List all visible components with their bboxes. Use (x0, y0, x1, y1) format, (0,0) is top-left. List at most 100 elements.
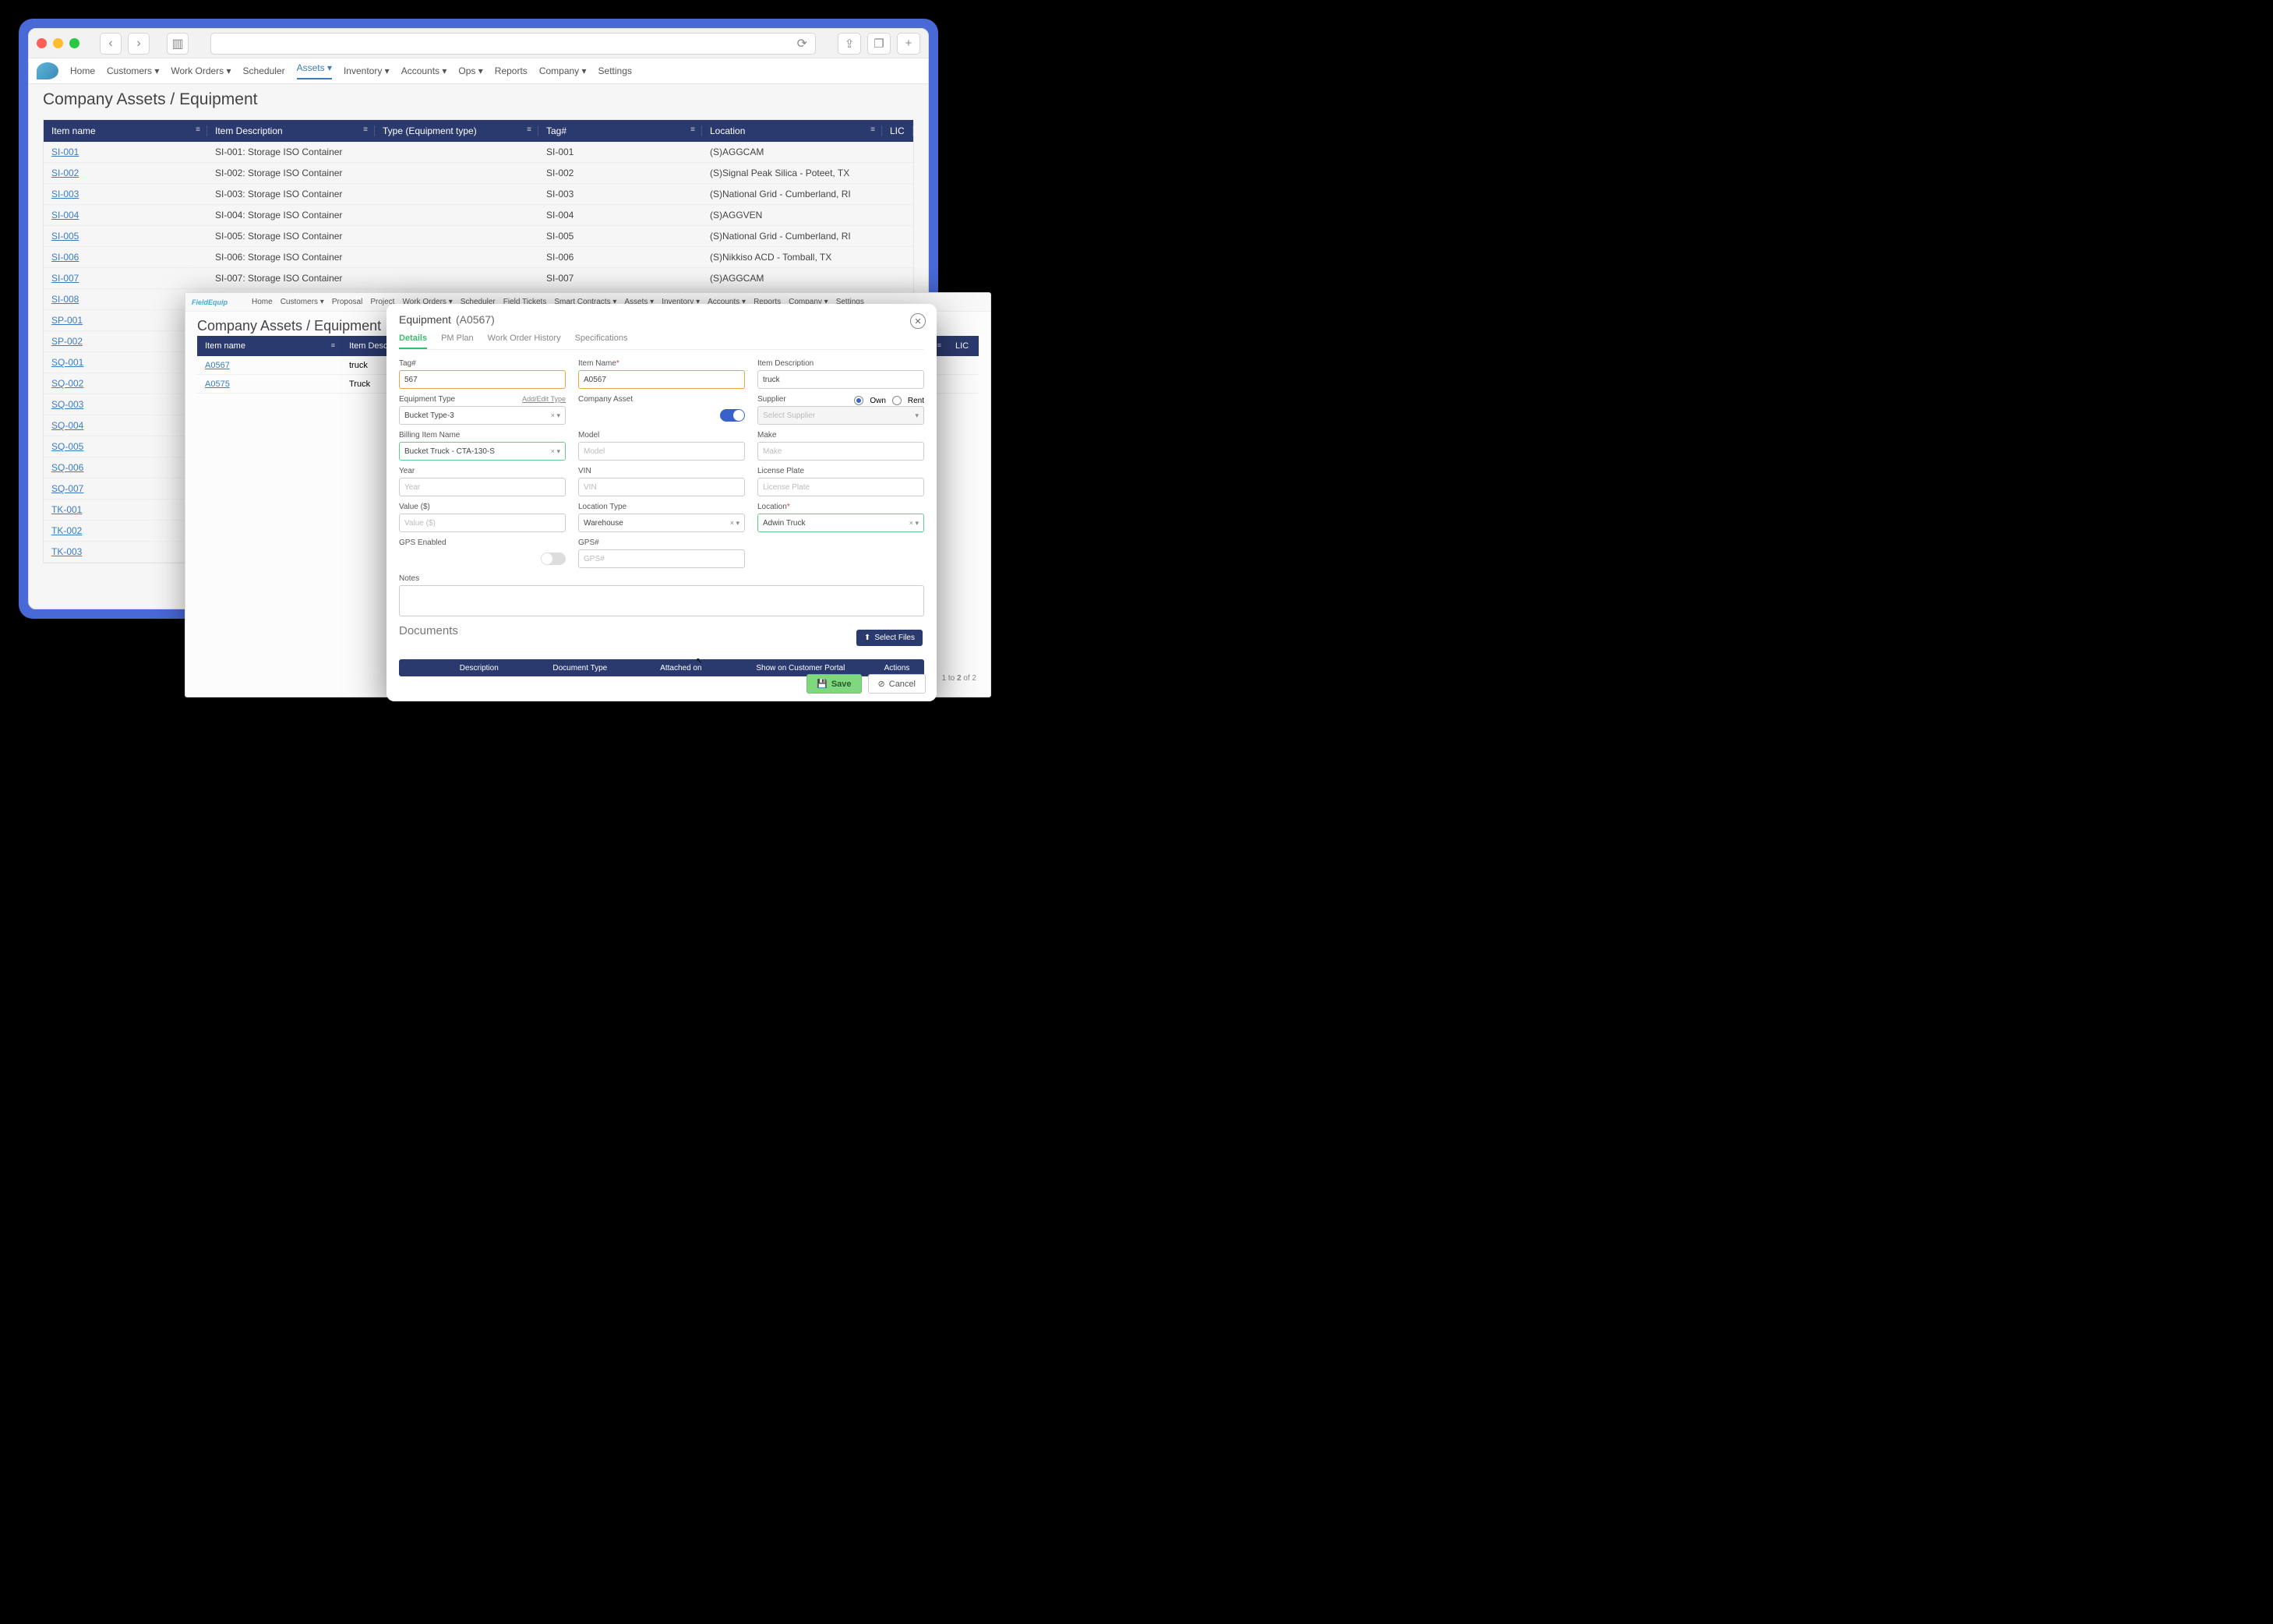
supplier-rent-radio[interactable] (892, 396, 902, 405)
billing-select[interactable]: Bucket Truck - CTA-130-S× ▾ (399, 442, 566, 461)
label-tag: Tag# (399, 359, 566, 368)
label-vin: VIN (578, 467, 745, 475)
window-zoom-icon[interactable] (69, 38, 79, 48)
sec-nav-item[interactable]: Home (252, 298, 273, 306)
app-logo-icon (37, 62, 58, 79)
label-company-asset: Company Asset (578, 395, 745, 404)
gps-input[interactable]: GPS# (578, 549, 745, 568)
table-row[interactable]: SI-001SI-001: Storage ISO ContainerSI-00… (44, 142, 913, 163)
sec-col-name[interactable]: Item name (197, 341, 341, 351)
documents-heading: Documents (399, 624, 924, 637)
window-minimize-icon[interactable] (53, 38, 63, 48)
label-location: Location (757, 503, 924, 511)
sec-col-lic[interactable]: LIC (948, 341, 979, 351)
modal-title: Equipment (A0567) (399, 313, 924, 326)
label-license: License Plate (757, 467, 924, 475)
notes-textarea[interactable] (399, 585, 924, 616)
table-row[interactable]: SI-006SI-006: Storage ISO ContainerSI-00… (44, 247, 913, 268)
value-input[interactable]: Value ($) (399, 514, 566, 532)
secondary-pagination: 1 to 2 of 2 (942, 674, 977, 683)
item-desc-input[interactable]: truck (757, 370, 924, 389)
equipment-type-select[interactable]: Bucket Type-3× ▾ (399, 406, 566, 425)
nav-accounts[interactable]: Accounts ▾ (401, 65, 447, 76)
reload-icon[interactable]: ⟳ (797, 36, 807, 51)
page-title: Company Assets / Equipment (29, 84, 928, 115)
label-supplier: Supplier (757, 395, 786, 404)
upload-icon: ⬆ (864, 634, 870, 642)
sec-nav-item[interactable]: Proposal (332, 298, 362, 306)
doc-col-attached: Attached on (630, 664, 732, 673)
nav-scheduler[interactable]: Scheduler (243, 65, 285, 76)
table-row[interactable]: SI-002SI-002: Storage ISO ContainerSI-00… (44, 163, 913, 184)
label-gps-enabled: GPS Enabled (399, 538, 566, 547)
year-input[interactable]: Year (399, 478, 566, 496)
secondary-logo: FieldEquip (192, 298, 242, 306)
cancel-icon: ⊘ (878, 679, 885, 689)
vin-input[interactable]: VIN (578, 478, 745, 496)
table-row[interactable]: SI-004SI-004: Storage ISO ContainerSI-00… (44, 205, 913, 226)
forward-button[interactable]: › (128, 33, 150, 55)
tab-work-order-history[interactable]: Work Order History (488, 334, 561, 349)
col-location[interactable]: Location (702, 125, 882, 136)
table-row[interactable]: SI-005SI-005: Storage ISO ContainerSI-00… (44, 226, 913, 247)
new-tab-icon[interactable]: + (897, 33, 920, 55)
table-row[interactable]: SI-003SI-003: Storage ISO ContainerSI-00… (44, 184, 913, 205)
nav-workorders[interactable]: Work Orders ▾ (171, 65, 231, 76)
browser-titlebar: ‹ › ▥ ⟳ ⇪ ❐ + (29, 29, 928, 58)
tabs-icon[interactable]: ❐ (867, 33, 891, 55)
doc-col-type: Document Type (530, 664, 631, 673)
save-button[interactable]: 💾Save (806, 674, 861, 694)
label-model: Model (578, 431, 745, 440)
tag-input[interactable]: 567 (399, 370, 566, 389)
nav-ops[interactable]: Ops ▾ (458, 65, 482, 76)
location-select[interactable]: Adwin Truck× ▾ (757, 514, 924, 532)
nav-settings[interactable]: Settings (598, 65, 632, 76)
sec-nav-item[interactable]: Customers ▾ (281, 298, 324, 306)
address-bar[interactable]: ⟳ (210, 33, 816, 55)
tab-specifications[interactable]: Specifications (575, 334, 628, 349)
doc-col-actions: Actions (870, 664, 924, 673)
nav-home[interactable]: Home (70, 65, 95, 76)
gps-enabled-toggle[interactable] (541, 553, 566, 565)
nav-inventory[interactable]: Inventory ▾ (344, 65, 390, 76)
company-asset-toggle[interactable] (720, 409, 745, 422)
label-value: Value ($) (399, 503, 566, 511)
col-lic[interactable]: LIC (882, 125, 913, 136)
window-close-icon[interactable] (37, 38, 47, 48)
app-main-nav: Home Customers ▾ Work Orders ▾ Scheduler… (29, 58, 928, 84)
tab-details[interactable]: Details (399, 334, 427, 349)
license-input[interactable]: License Plate (757, 478, 924, 496)
modal-tabs: Details PM Plan Work Order History Speci… (399, 334, 924, 350)
supplier-own-radio[interactable] (854, 396, 863, 405)
tab-pm-plan[interactable]: PM Plan (441, 334, 474, 349)
supplier-select[interactable]: Select Supplier▾ (757, 406, 924, 425)
sidebar-toggle-icon[interactable]: ▥ (167, 33, 189, 55)
select-files-button[interactable]: ⬆Select Files (856, 630, 923, 646)
model-input[interactable]: Model (578, 442, 745, 461)
label-equip-type: Equipment TypeAdd/Edit Type (399, 395, 566, 404)
nav-company[interactable]: Company ▾ (539, 65, 587, 76)
back-button[interactable]: ‹ (100, 33, 122, 55)
table-row[interactable]: SI-007SI-007: Storage ISO ContainerSI-00… (44, 268, 913, 289)
location-type-select[interactable]: Warehouse× ▾ (578, 514, 745, 532)
item-name-input[interactable]: A0567 (578, 370, 745, 389)
cursor-icon: ↖ (696, 657, 702, 665)
nav-assets[interactable]: Assets ▾ (297, 62, 332, 79)
grid-header-row: Item name Item Description Type (Equipme… (44, 120, 913, 142)
save-icon: 💾 (817, 679, 828, 689)
nav-reports[interactable]: Reports (495, 65, 528, 76)
modal-close-button[interactable]: ✕ (910, 313, 926, 329)
share-icon[interactable]: ⇪ (838, 33, 861, 55)
label-gps: GPS# (578, 538, 745, 547)
col-item-name[interactable]: Item name (44, 125, 207, 136)
equipment-modal: Equipment (A0567) ✕ Details PM Plan Work… (386, 304, 937, 701)
nav-customers[interactable]: Customers ▾ (107, 65, 159, 76)
add-edit-type-link[interactable]: Add/Edit Type (522, 395, 566, 403)
label-item-desc: Item Description (757, 359, 924, 368)
make-input[interactable]: Make (757, 442, 924, 461)
col-tag[interactable]: Tag# (538, 125, 702, 136)
label-notes: Notes (399, 574, 924, 583)
col-type[interactable]: Type (Equipment type) (375, 125, 538, 136)
cancel-button[interactable]: ⊘Cancel (868, 674, 926, 694)
col-item-desc[interactable]: Item Description (207, 125, 375, 136)
